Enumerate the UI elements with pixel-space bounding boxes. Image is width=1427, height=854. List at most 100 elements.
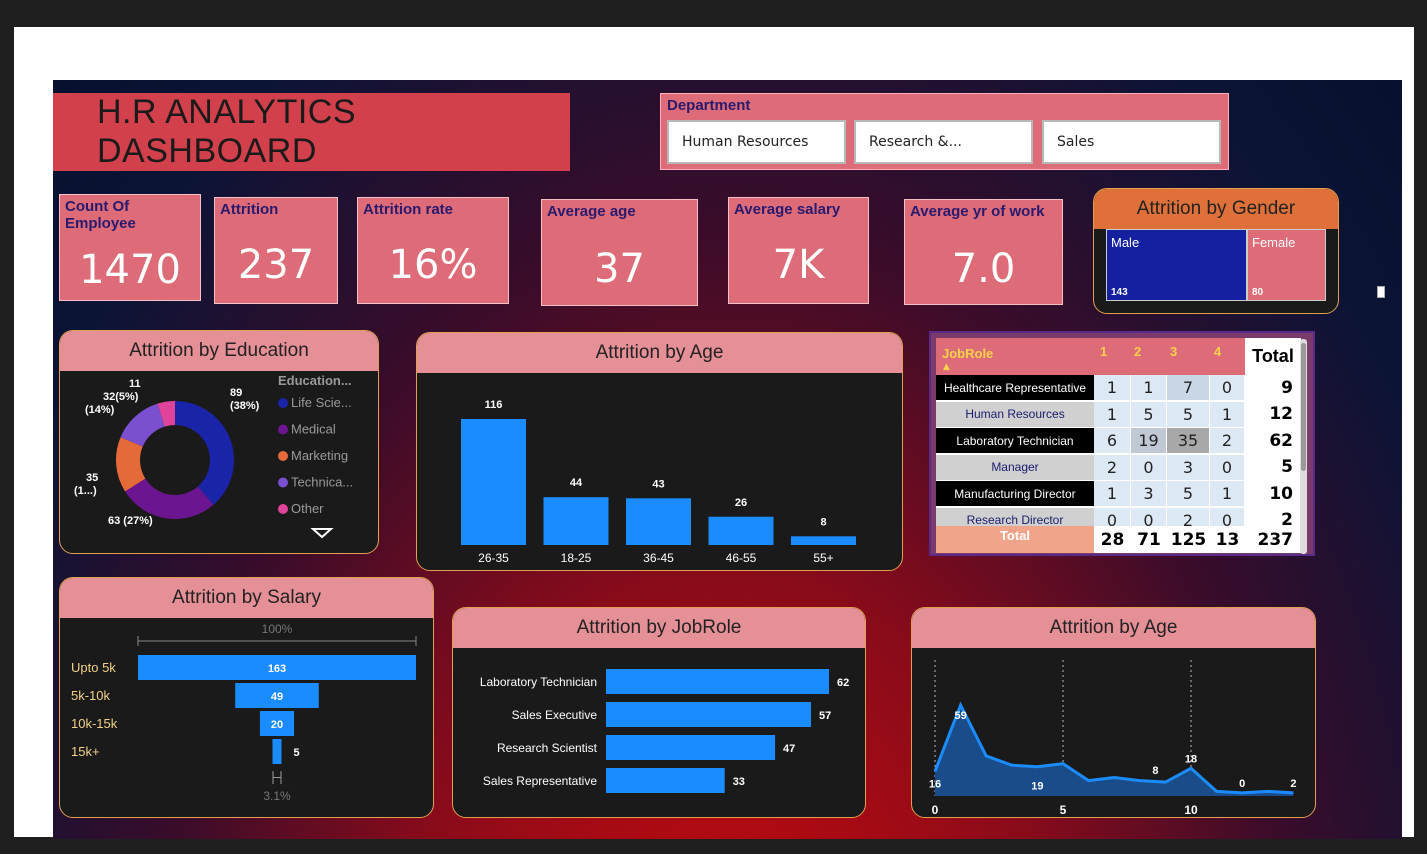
bar[interactable] <box>606 735 776 760</box>
data-label: 5 <box>294 747 300 759</box>
card-title: Attrition by Education <box>60 331 378 371</box>
totals-label: Total <box>999 528 1031 543</box>
bar[interactable] <box>606 702 812 727</box>
data-label: 32(5%) <box>103 391 139 403</box>
attrition-by-jobrole-card: Attrition by JobRole 62 Laboratory Techni… <box>452 607 866 818</box>
legend-marker <box>278 424 288 435</box>
table-cell: 1 <box>1094 401 1131 427</box>
table-row[interactable]: Manufacturing Director 1 3 5 1 10 <box>936 481 1301 507</box>
funnel-bottom-marker <box>272 771 282 784</box>
donut-slice[interactable] <box>175 401 235 505</box>
table-row[interactable]: Healthcare Representative 1 1 7 0 9 <box>936 375 1301 401</box>
scrollbar-thumb[interactable] <box>1301 343 1306 471</box>
treemap-value: 80 <box>1252 287 1264 298</box>
row-total: 10 <box>1245 481 1301 506</box>
table-cell: 2 <box>1210 428 1245 453</box>
kpi-value: 37 <box>594 246 645 292</box>
row-total: 5 <box>1245 454 1301 480</box>
legend-item[interactable]: Marketing <box>291 448 348 463</box>
table-cell: 0 <box>1210 375 1245 400</box>
x-tick-label: 26-35 <box>478 551 509 565</box>
bar[interactable] <box>543 497 609 545</box>
bar[interactable] <box>791 536 856 545</box>
funnel-top-label: 100% <box>262 622 293 636</box>
card-title: Attrition by JobRole <box>453 608 865 648</box>
bar[interactable] <box>606 669 829 694</box>
data-label: 0 <box>1239 778 1245 790</box>
column-header[interactable]: 4 <box>1214 344 1221 359</box>
jobrole-bar-chart: 62 Laboratory Technician 57 Sales Executive… <box>480 669 849 793</box>
card-title: Attrition by Gender <box>1094 189 1338 229</box>
row-label: Manufacturing Director <box>936 481 1094 506</box>
category-label: Sales Representative <box>483 774 597 788</box>
report-frame: H.R ANALYTICS DASHBOARD Department Human… <box>14 27 1414 839</box>
kpi-label: Average age <box>547 203 636 220</box>
table-row[interactable]: Human Resources 1 5 5 1 12 <box>936 401 1301 428</box>
slicer-option-human-resources[interactable]: Human Resources <box>667 120 846 164</box>
treemap-value: 143 <box>1111 287 1128 298</box>
column-header[interactable]: 1 <box>1100 344 1107 359</box>
treemap-label: Female <box>1252 235 1296 250</box>
legend-item[interactable]: Life Scie... <box>291 395 352 410</box>
data-label: 35 <box>86 472 98 484</box>
bar[interactable] <box>708 516 774 545</box>
bar[interactable] <box>461 419 526 545</box>
treemap-female[interactable]: Female 80 <box>1247 229 1326 301</box>
legend-title: Education... <box>278 373 352 388</box>
table-row[interactable]: Manager 2 0 3 0 5 <box>936 454 1301 481</box>
bar[interactable] <box>606 768 725 793</box>
age-area-chart: 16 59 19 8 18 0 2 0 5 10 <box>929 660 1296 817</box>
data-label: 19 <box>1031 781 1043 793</box>
table-cell: 0 <box>1131 454 1167 480</box>
sort-asc-icon[interactable]: ▲ <box>943 362 950 372</box>
column-header-jobrole[interactable]: JobRole <box>942 346 993 361</box>
x-tick-label: 0 <box>932 803 939 817</box>
category-label: Research Scientist <box>497 741 598 755</box>
row-total: 12 <box>1245 401 1301 427</box>
category-label: Sales Executive <box>512 708 598 722</box>
x-tick-label: 5 <box>1060 803 1067 817</box>
table-cell: 5 <box>1131 401 1167 427</box>
legend-item[interactable]: Technica... <box>291 475 353 490</box>
kpi-count-of-employee: Count Of Employee 1470 <box>59 194 201 301</box>
row-label: Human Resources <box>936 401 1094 427</box>
data-label: 20 <box>271 719 283 731</box>
page-scroll-handle[interactable] <box>1377 286 1385 298</box>
salary-funnel-chart: 100% 163 Upto 5k 49 5k-10k 20 10k-15k 5 15k+ 3.1% <box>71 622 417 803</box>
matrix-scrollbar[interactable] <box>1300 339 1307 554</box>
table-cell: 1 <box>1094 375 1131 400</box>
dashboard-canvas: H.R ANALYTICS DASHBOARD Department Human… <box>53 80 1402 839</box>
legend-item[interactable]: Other <box>291 501 324 516</box>
scroll-down-icon[interactable] <box>310 528 334 539</box>
column-header[interactable]: 3 <box>1170 344 1177 359</box>
funnel-bar[interactable] <box>272 739 282 764</box>
column-header[interactable]: 2 <box>1134 344 1141 359</box>
table-cell: 7 <box>1167 375 1210 400</box>
row-label: Laboratory Technician <box>936 428 1094 453</box>
x-tick-label: 55+ <box>813 551 833 565</box>
card-title: Attrition by Age <box>912 608 1315 648</box>
column-total: 71 <box>1131 526 1167 553</box>
category-label: Upto 5k <box>71 660 116 675</box>
row-label: Manager <box>936 454 1094 480</box>
attrition-by-gender-card: Attrition by Gender Male 143 Female 80 <box>1093 188 1339 314</box>
slicer-option-sales[interactable]: Sales <box>1042 120 1221 164</box>
legend-item[interactable]: Medical <box>291 422 336 437</box>
age-bar-chart: 116 26-35 44 18-25 43 36-45 26 46-55 8 55+ <box>461 399 856 565</box>
row-label: Healthcare Representative <box>936 375 1094 400</box>
kpi-label: Attrition <box>220 201 279 218</box>
table-row[interactable]: Laboratory Technician 6 19 35 2 62 <box>936 428 1301 454</box>
matrix-header-values: 1 2 3 4 <box>1094 338 1245 375</box>
treemap-male[interactable]: Male 143 <box>1106 229 1247 301</box>
category-label: 10k-15k <box>71 716 118 731</box>
legend-marker <box>278 451 288 461</box>
attrition-by-salary-card: Attrition by Salary 100% 163 Upto 5k 49 5k-1… <box>59 577 434 818</box>
table-cell: 3 <box>1167 454 1210 480</box>
column-header-total[interactable]: Total <box>1245 338 1301 375</box>
slicer-option-research[interactable]: Research &... <box>854 120 1033 164</box>
x-tick-label: 18-25 <box>561 551 592 565</box>
attrition-by-age-bar-card: Attrition by Age 116 26-35 44 18-25 43 36-45 2… <box>416 332 903 571</box>
data-label: 163 <box>268 663 286 675</box>
bar[interactable] <box>626 498 691 545</box>
data-label: 26 <box>735 497 747 509</box>
